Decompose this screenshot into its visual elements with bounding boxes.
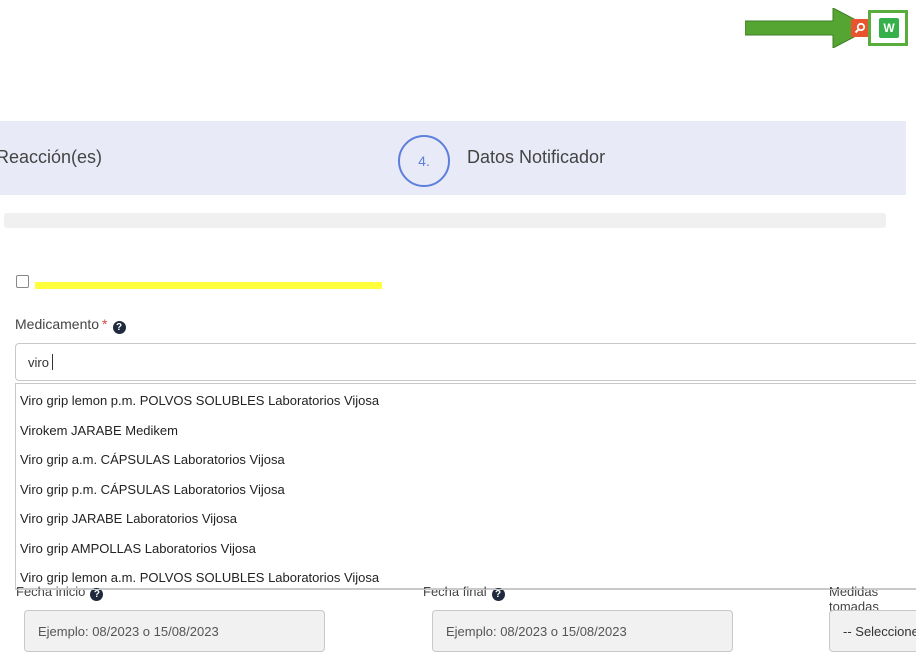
autocomplete-option[interactable]: Viro grip a.m. CÁPSULAS Laboratorios Vij… [16, 445, 916, 475]
dropdown-bottom-border [15, 589, 916, 590]
autocomplete-option[interactable]: Viro grip AMPOLLAS Laboratorios Vijosa [16, 534, 916, 564]
step-4-label[interactable]: Datos Notificador [467, 147, 605, 168]
fecha-final-input[interactable]: Ejemplo: 08/2023 o 15/08/2023 [432, 610, 733, 652]
autocomplete-option[interactable]: Viro grip JARABE Laboratorios Vijosa [16, 504, 916, 534]
help-icon[interactable]: ? [112, 321, 126, 334]
highlight-mark [35, 282, 382, 289]
step-3-label[interactable]: Reacción(es) [0, 147, 102, 168]
search-icon [854, 22, 866, 34]
medicamento-label-text: Medicamento [15, 316, 100, 332]
text-caret [51, 354, 53, 370]
fecha-final-label-text: Fecha final [423, 584, 487, 599]
checkbox[interactable] [16, 275, 29, 288]
autocomplete-list: Viro grip lemon p.m. POLVOS SOLUBLES Lab… [15, 383, 916, 589]
medidas-select[interactable]: -- Seleccione -- [829, 610, 916, 652]
progress-bar [4, 213, 886, 228]
autocomplete-option[interactable]: Virokem JARABE Medikem [16, 416, 916, 446]
w-icon[interactable]: W [879, 18, 899, 38]
medicamento-label: Medicamento *? [15, 316, 126, 334]
steps-bar [0, 121, 906, 195]
fecha-final-label: Fecha final? [423, 584, 505, 601]
search-button[interactable] [851, 19, 869, 37]
step-4-number[interactable]: 4. [398, 135, 450, 187]
autocomplete-option[interactable]: Viro grip p.m. CÁPSULAS Laboratorios Vij… [16, 475, 916, 505]
autocomplete-option[interactable]: Viro grip lemon p.m. POLVOS SOLUBLES Lab… [16, 386, 916, 416]
required-mark: * [102, 316, 108, 332]
fecha-inicio-label-text: Fecha inicio [16, 584, 86, 599]
medicamento-input[interactable]: viro [15, 343, 916, 381]
fecha-inicio-input[interactable]: Ejemplo: 08/2023 o 15/08/2023 [24, 610, 325, 652]
medicamento-input-value: viro [28, 354, 49, 370]
fecha-inicio-label: Fecha inicio? [16, 584, 104, 601]
